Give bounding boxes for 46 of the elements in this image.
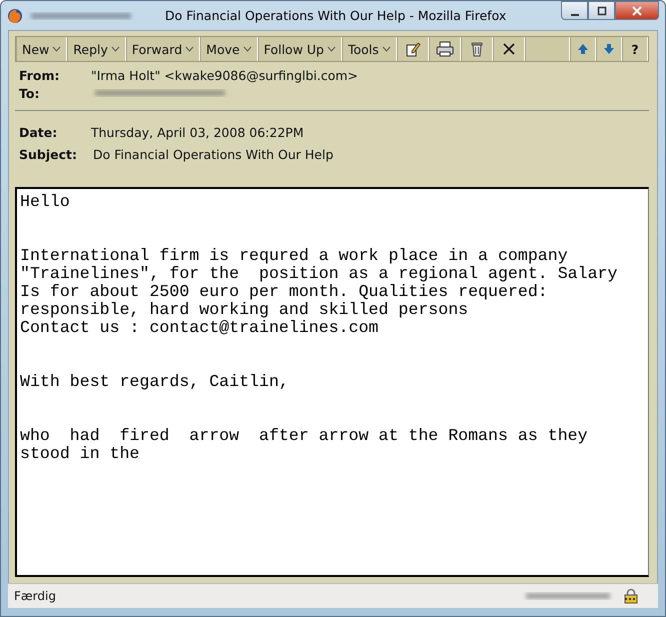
field-label: From:: [19, 68, 61, 82]
caret-icon: [382, 46, 391, 52]
date-value: Thursday, April 03, 2008 06:22PM: [91, 124, 304, 140]
printer-icon: [436, 41, 454, 57]
compose-button[interactable]: [396, 37, 429, 61]
previous-button[interactable]: [570, 37, 596, 61]
minimize-button[interactable]: [561, 1, 588, 20]
caret-icon: [242, 46, 252, 52]
menu-button[interactable]: Move: [200, 37, 258, 61]
next-button[interactable]: [596, 37, 622, 61]
trash-icon: [470, 41, 484, 57]
message-paragraph: With best regards, Caitlin,: [20, 373, 290, 391]
firefox-icon: [7, 8, 23, 24]
minimize-icon: [570, 14, 578, 16]
menu-button[interactable]: Forward: [126, 37, 200, 61]
field-label: To:: [19, 86, 40, 100]
print-button[interactable]: [428, 37, 461, 61]
sender-address: "Irma Holt" <kwake9086@surfinglbi.com>: [91, 68, 358, 82]
lock-icon: [624, 588, 638, 604]
caret-icon: [110, 46, 120, 52]
maximize-button[interactable]: [588, 1, 615, 20]
down-arrow-icon: [603, 43, 615, 55]
subject-value: Do Financial Operations With Our Help: [93, 146, 334, 162]
close-button[interactable]: [615, 1, 659, 20]
caret-icon: [52, 46, 62, 52]
field-label: Date:: [19, 124, 58, 140]
menu-button[interactable]: Tools: [342, 37, 397, 61]
help-button[interactable]: ?: [622, 37, 648, 61]
caret-icon: [185, 46, 194, 52]
field-label: Subject:: [19, 146, 78, 162]
window-title: Do Financial Operations With Our Help - Mozilla Firefox: [165, 8, 506, 23]
message-paragraph: Hello: [20, 193, 71, 211]
caret-icon: [326, 46, 336, 52]
delete-button[interactable]: [460, 37, 493, 61]
up-arrow-icon: [577, 43, 589, 55]
menu-button[interactable]: Reply: [67, 37, 126, 61]
pencil-note-icon: [404, 41, 421, 57]
close-message-button[interactable]: [492, 37, 525, 61]
status-text: Færdig: [14, 589, 56, 603]
menu-button[interactable]: New: [16, 37, 68, 61]
close-icon: [502, 43, 515, 55]
menu-button[interactable]: Follow Up: [258, 37, 342, 61]
close-icon: [632, 6, 642, 16]
maximize-icon: [596, 6, 606, 16]
message-paragraph: International firm is requred a work place in a company "Trainelines", for the position as a regional agent. Salary Is for about 2500 euro per month. Qualities requered: responsible, hard working and skilled persons Contact us : contact@trainelines.com: [20, 247, 618, 337]
message-paragraph: who had fired arrow after arrow at the Romans as they stood in the: [20, 427, 589, 463]
